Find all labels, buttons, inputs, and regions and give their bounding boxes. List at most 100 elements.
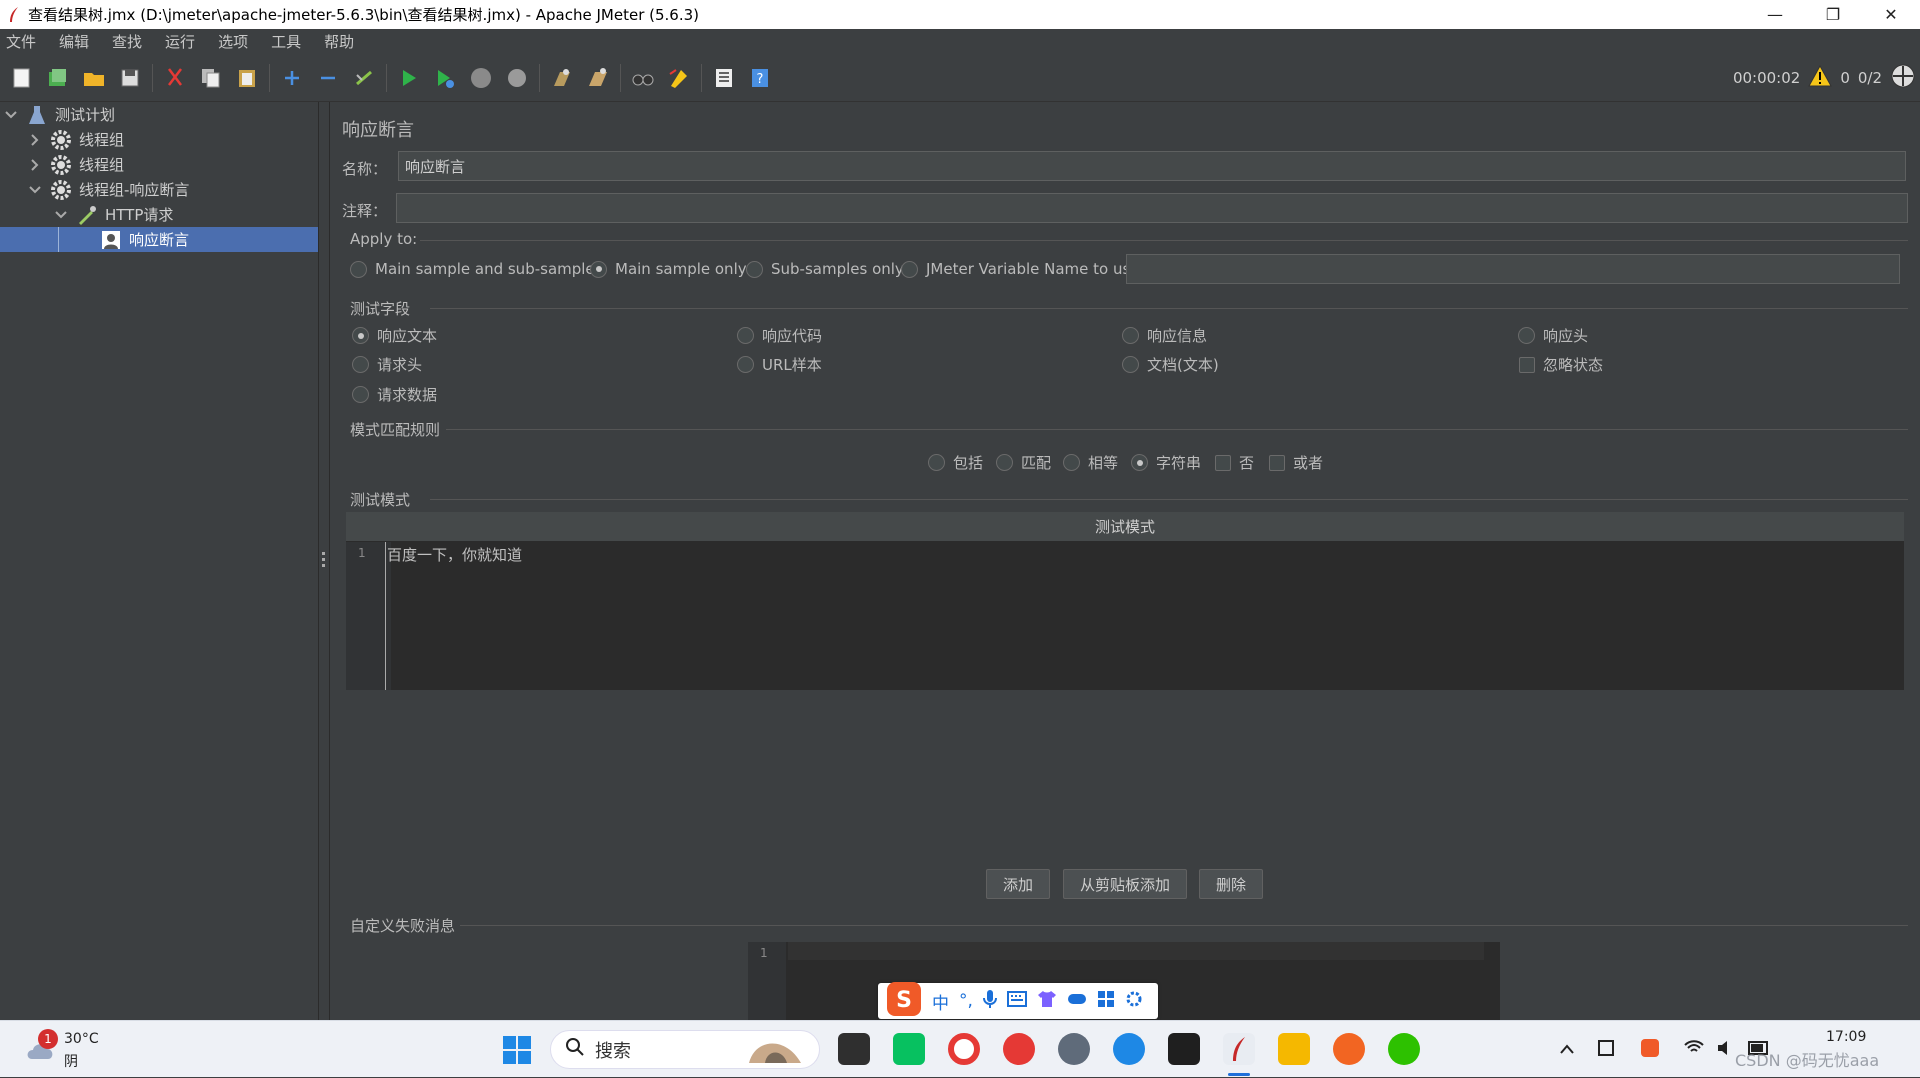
jmeter-taskbar-icon[interactable] xyxy=(1223,1033,1255,1065)
split-pane-divider[interactable] xyxy=(318,102,330,1020)
checkbox-indicator[interactable] xyxy=(1519,356,1535,373)
chevron-down-icon[interactable] xyxy=(4,108,18,122)
wechat-icon[interactable] xyxy=(1388,1033,1420,1065)
patterns-table-header[interactable]: 测试模式 xyxy=(346,512,1904,542)
field-request-headers-radio[interactable]: 请求头 xyxy=(352,354,422,375)
toggle-icon[interactable] xyxy=(350,64,377,91)
help-icon[interactable]: ? xyxy=(746,64,773,91)
radio-indicator[interactable] xyxy=(1122,356,1139,373)
tree-item-test-plan[interactable]: 测试计划 xyxy=(4,102,318,127)
paste-icon[interactable] xyxy=(233,64,260,91)
start-no-pauses-icon[interactable] xyxy=(431,64,458,91)
remote-globe-icon[interactable] xyxy=(1890,63,1916,93)
rule-contains-radio[interactable]: 包括 xyxy=(928,452,983,473)
minimize-button[interactable]: — xyxy=(1746,0,1804,29)
radio-indicator[interactable] xyxy=(590,260,607,278)
radio-indicator[interactable] xyxy=(1518,327,1535,344)
ime-mode-toggle[interactable]: 中 xyxy=(932,989,949,1014)
add-button[interactable]: 添加 xyxy=(986,869,1050,899)
menu-run[interactable]: 运行 xyxy=(165,31,195,52)
app-green-icon[interactable] xyxy=(893,1033,925,1065)
chevron-down-icon[interactable] xyxy=(28,183,42,197)
radio-indicator[interactable] xyxy=(928,454,945,471)
variable-name-field[interactable] xyxy=(1126,254,1900,284)
clock-time[interactable]: 17:09 xyxy=(1826,1029,1866,1045)
shutdown-icon[interactable] xyxy=(503,64,530,91)
apply-main-only-radio[interactable]: Main sample only xyxy=(590,260,747,278)
radio-indicator[interactable] xyxy=(352,356,369,373)
input-method-icon[interactable] xyxy=(1596,1038,1616,1062)
apps-grid-icon[interactable] xyxy=(1097,990,1115,1013)
reset-search-icon[interactable] xyxy=(665,64,692,91)
menu-edit[interactable]: 编辑 xyxy=(59,31,89,52)
windows-start-icon[interactable] xyxy=(502,1035,532,1069)
rule-matches-radio[interactable]: 匹配 xyxy=(996,452,1051,473)
apply-sub-only-radio[interactable]: Sub-samples only xyxy=(746,260,904,278)
weather-widget[interactable]: 1 30°C 阴 xyxy=(20,1029,140,1071)
pattern-text[interactable]: 百度一下，你就知道 xyxy=(387,544,522,565)
volume-icon[interactable] xyxy=(1716,1040,1736,1060)
chat-bubble-icon[interactable] xyxy=(1113,1033,1145,1065)
field-url-sample-radio[interactable]: URL样本 xyxy=(737,354,822,375)
rule-equals-radio[interactable]: 相等 xyxy=(1063,452,1118,473)
close-button[interactable]: ✕ xyxy=(1862,0,1920,29)
templates-icon[interactable] xyxy=(44,64,71,91)
menu-help[interactable]: 帮助 xyxy=(324,31,354,52)
copy-icon[interactable] xyxy=(197,64,224,91)
settings-gear-icon[interactable] xyxy=(1125,990,1143,1013)
menu-options[interactable]: 选项 xyxy=(218,31,248,52)
save-icon[interactable] xyxy=(116,64,143,91)
cut-icon[interactable] xyxy=(161,64,188,91)
field-response-message-radio[interactable]: 响应信息 xyxy=(1122,325,1207,346)
splitter-grip-icon[interactable] xyxy=(322,552,326,567)
comment-field[interactable] xyxy=(396,193,1908,223)
radio-indicator[interactable] xyxy=(352,386,369,403)
field-response-code-radio[interactable]: 响应代码 xyxy=(737,325,822,346)
postman-icon[interactable] xyxy=(1333,1033,1365,1065)
apply-variable-radio[interactable]: JMeter Variable Name to use xyxy=(901,260,1140,278)
microphone-icon[interactable] xyxy=(982,989,997,1014)
rule-or-checkbox[interactable]: 或者 xyxy=(1269,452,1323,473)
skin-shirt-icon[interactable] xyxy=(1037,990,1057,1013)
clear-all-icon[interactable] xyxy=(584,64,611,91)
expand-icon[interactable] xyxy=(278,64,305,91)
ime-punct-toggle[interactable]: °, xyxy=(959,991,973,1011)
field-response-text-radio[interactable]: 响应文本 xyxy=(352,325,437,346)
field-request-data-radio[interactable]: 请求数据 xyxy=(352,384,437,405)
checkbox-indicator[interactable] xyxy=(1269,454,1285,471)
start-icon[interactable] xyxy=(395,64,422,91)
radio-indicator[interactable] xyxy=(996,454,1013,471)
add-from-clipboard-button[interactable]: 从剪贴板添加 xyxy=(1063,869,1187,899)
chevron-down-icon[interactable] xyxy=(54,208,68,222)
radio-indicator[interactable] xyxy=(1122,327,1139,344)
chevron-right-icon[interactable] xyxy=(28,158,42,172)
netease-music-icon[interactable] xyxy=(1003,1033,1035,1065)
radio-indicator[interactable] xyxy=(352,327,369,344)
patterns-editor[interactable]: 1 百度一下，你就知道 xyxy=(346,542,1904,690)
maximize-button[interactable]: ❐ xyxy=(1804,0,1862,29)
sogou-logo-icon[interactable]: S xyxy=(886,981,922,1022)
radio-indicator[interactable] xyxy=(737,327,754,344)
ignore-status-checkbox[interactable]: 忽略状态 xyxy=(1519,354,1603,375)
field-response-headers-radio[interactable]: 响应头 xyxy=(1518,325,1588,346)
tree-item-thread-group-assertion[interactable]: 线程组-响应断言 xyxy=(28,177,318,202)
warning-icon[interactable] xyxy=(1808,64,1833,91)
rule-not-checkbox[interactable]: 否 xyxy=(1215,452,1254,473)
chrome-icon[interactable] xyxy=(948,1033,980,1065)
open-icon[interactable] xyxy=(80,64,107,91)
file-explorer-icon[interactable] xyxy=(1278,1033,1310,1065)
sogou-tray-icon[interactable] xyxy=(1640,1038,1660,1062)
chevron-up-icon[interactable] xyxy=(1560,1042,1574,1058)
settings-icon[interactable] xyxy=(1058,1033,1090,1065)
taskbar-search[interactable]: 搜索 xyxy=(550,1030,820,1069)
menu-tools[interactable]: 工具 xyxy=(271,31,301,52)
clear-icon[interactable] xyxy=(548,64,575,91)
rule-substring-radio[interactable]: 字符串 xyxy=(1131,452,1201,473)
field-document-radio[interactable]: 文档(文本) xyxy=(1122,354,1219,375)
tree-item-http-request[interactable]: HTTP请求 xyxy=(54,202,318,227)
apply-main-and-sub-radio[interactable]: Main sample and sub-samples xyxy=(350,260,602,278)
radio-indicator[interactable] xyxy=(737,356,754,373)
game-icon[interactable] xyxy=(1067,991,1087,1011)
radio-indicator[interactable] xyxy=(901,260,918,278)
tree-item-response-assertion[interactable]: 响应断言 xyxy=(0,227,318,252)
